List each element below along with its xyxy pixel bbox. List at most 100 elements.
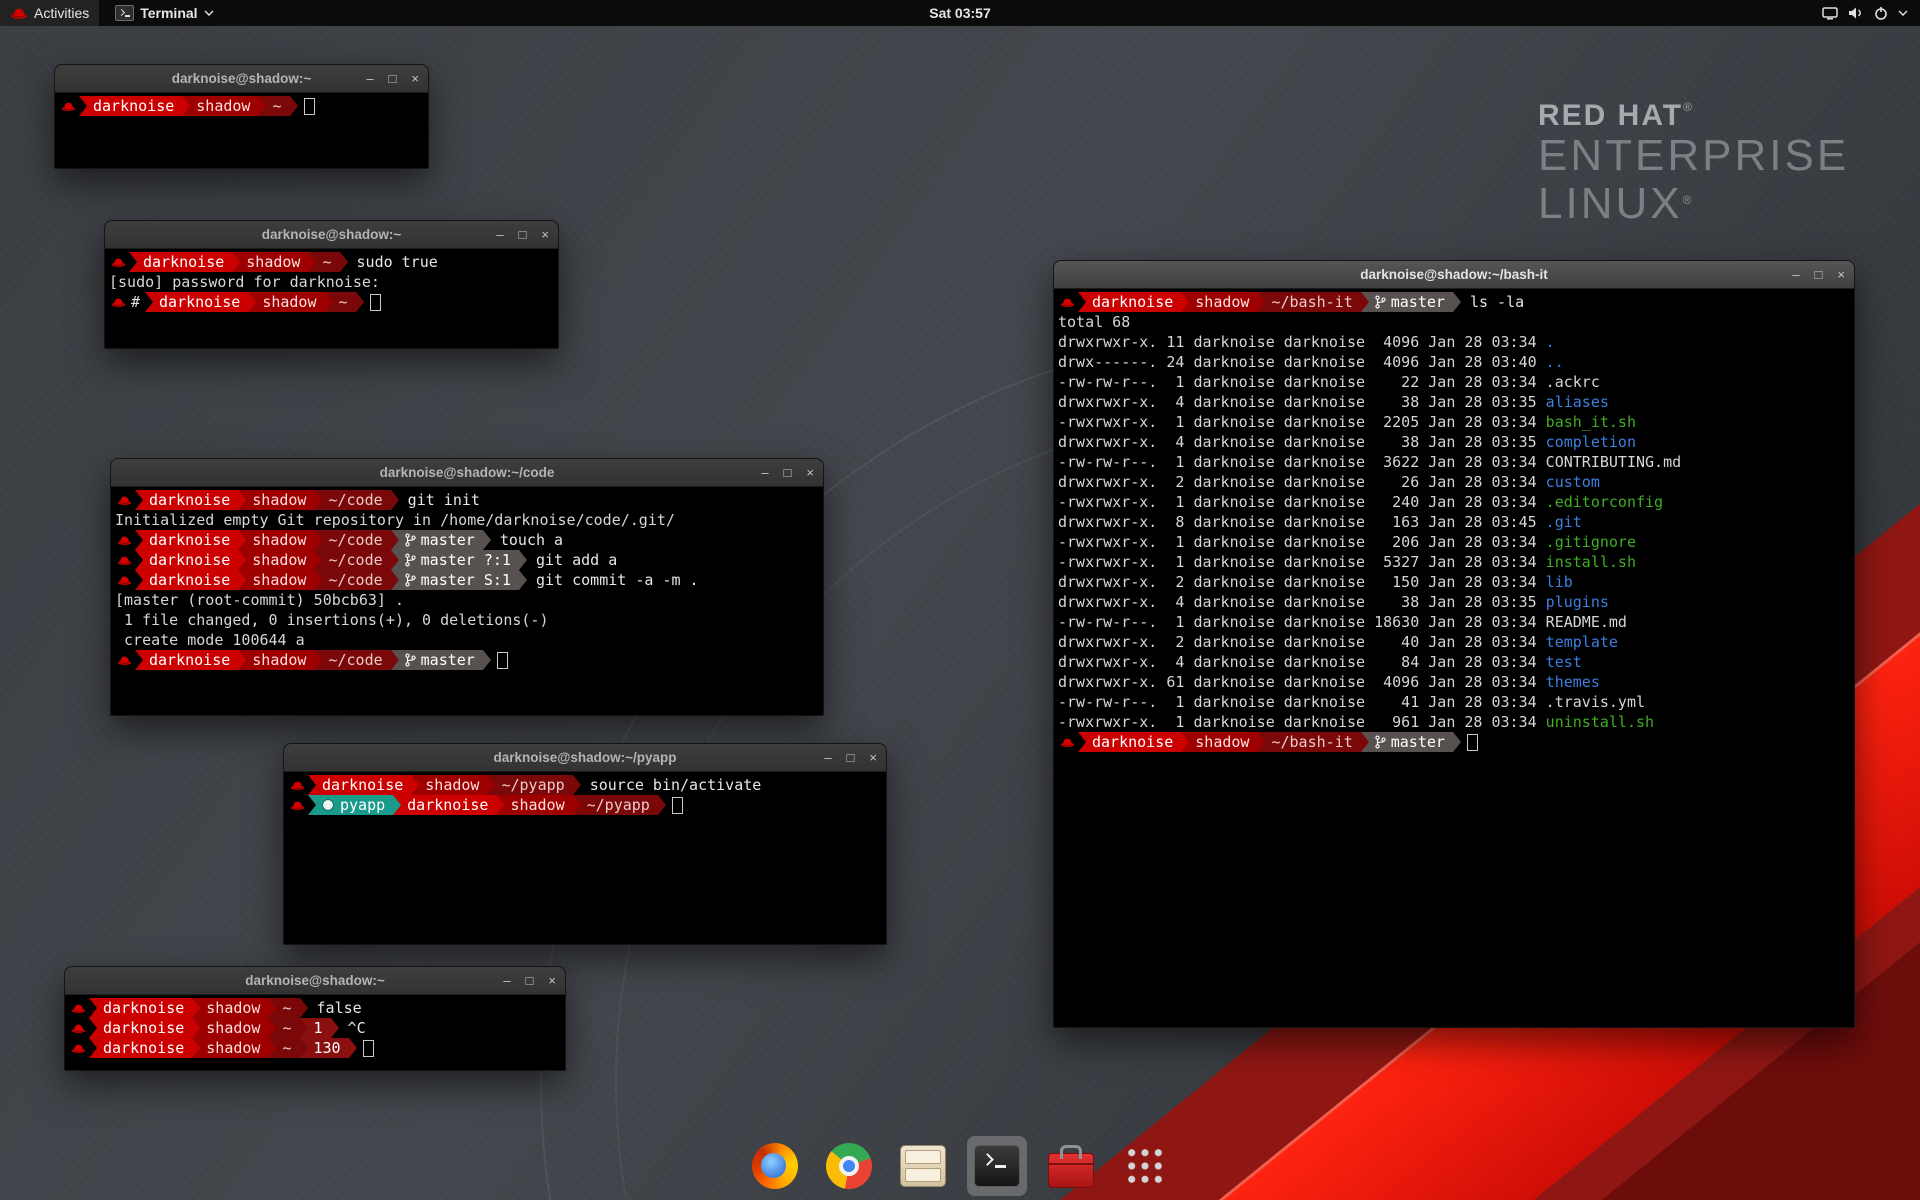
maximize-button[interactable]: □: [847, 751, 855, 764]
terminal-line: darknoiseshadow~/codemaster S:1 git comm…: [115, 570, 821, 590]
powerline-separator: [135, 550, 143, 570]
terminal-window[interactable]: darknoise@shadow:~ –□× darknoiseshadow~ …: [104, 220, 559, 349]
dock-terminal[interactable]: [967, 1136, 1027, 1196]
powerline-separator: [268, 1038, 276, 1058]
file-name: .editorconfig: [1546, 493, 1663, 511]
terminal-content[interactable]: darknoiseshadow~/code git initInitialize…: [111, 487, 823, 670]
terminal-content[interactable]: darknoiseshadow~/pyapp source bin/activa…: [284, 772, 886, 815]
minimize-button[interactable]: –: [824, 751, 831, 764]
file-manager-icon: [900, 1145, 946, 1187]
close-button[interactable]: ×: [1837, 268, 1845, 281]
file-meta: drwxrwxr-x. 2 darknoise darknoise 26 Jan…: [1058, 473, 1546, 491]
powerline-separator: [89, 1018, 97, 1038]
root-indicator: #: [129, 293, 145, 311]
file-meta: -rw-rw-r--. 1 darknoise darknoise 3622 J…: [1058, 453, 1546, 471]
terminal-content[interactable]: darknoiseshadow~/bash-itmaster ls -latot…: [1054, 289, 1854, 752]
terminal-line: -rwxrwxr-x. 1 darknoise darknoise 5327 J…: [1058, 552, 1852, 572]
terminal-line: darknoiseshadow~/codemaster ?:1 git add …: [115, 550, 821, 570]
powerline-separator: [391, 550, 399, 570]
file-meta: drwx------. 24 darknoise darknoise 4096 …: [1058, 353, 1546, 371]
powerline-separator: [1181, 732, 1189, 752]
terminal-line: drwxrwxr-x. 61 darknoise darknoise 4096 …: [1058, 672, 1852, 692]
window-titlebar[interactable]: darknoise@shadow:~ –□×: [55, 65, 428, 93]
file-meta: drwxrwxr-x. 4 darknoise darknoise 38 Jan…: [1058, 393, 1546, 411]
terminal-window[interactable]: darknoise@shadow:~/code – □ × darknoisesha…: [110, 458, 824, 716]
window-title: darknoise@shadow:~/code: [380, 465, 555, 480]
terminal-line: darknoiseshadow~130: [69, 1038, 563, 1058]
dock-app-grid[interactable]: [1115, 1136, 1175, 1196]
terminal-content[interactable]: darknoiseshadow~ falsedarknoiseshadow~1 …: [65, 995, 565, 1058]
window-titlebar[interactable]: darknoise@shadow:~/bash-it –□×: [1054, 261, 1854, 289]
terminal-line: darknoiseshadow~1 ^C: [69, 1018, 563, 1038]
dock-files[interactable]: [893, 1136, 953, 1196]
minimize-button[interactable]: –: [1792, 268, 1799, 281]
minimize-button[interactable]: –: [496, 228, 503, 241]
prompt-segment-user: darknoise: [97, 1018, 192, 1038]
terminal-line: drwxrwxr-x. 4 darknoise darknoise 38 Jan…: [1058, 392, 1852, 412]
dock-software[interactable]: [1041, 1136, 1101, 1196]
maximize-button[interactable]: □: [1815, 268, 1823, 281]
terminal-line: -rw-rw-r--. 1 darknoise darknoise 22 Jan…: [1058, 372, 1852, 392]
terminal-window-active[interactable]: darknoise@shadow:~/bash-it –□× darknoise…: [1053, 260, 1855, 1028]
minimize-button[interactable]: –: [366, 72, 373, 85]
close-button[interactable]: ×: [411, 72, 419, 85]
app-menu-button[interactable]: Terminal: [105, 0, 223, 26]
dock-firefox[interactable]: [745, 1136, 805, 1196]
prompt-segment-user: darknoise: [97, 998, 192, 1018]
close-button[interactable]: ×: [541, 228, 549, 241]
file-name: aliases: [1546, 393, 1609, 411]
dock: [745, 1136, 1175, 1196]
clock[interactable]: Sat 03:57: [929, 5, 990, 21]
maximize-button[interactable]: □: [784, 466, 792, 479]
git-branch-icon: [405, 653, 416, 667]
powerline-separator: [308, 795, 316, 815]
window-titlebar[interactable]: darknoise@shadow:~/pyapp –□×: [284, 744, 886, 772]
terminal-content[interactable]: darknoiseshadow~: [55, 93, 428, 116]
close-button[interactable]: ×: [806, 466, 814, 479]
activities-button[interactable]: Activities: [0, 0, 99, 26]
prompt-segment-host: shadow: [190, 96, 258, 116]
powerline-separator: [238, 530, 246, 550]
terminal-line: darknoiseshadow~/codemaster: [115, 650, 821, 670]
terminal-line: darknoiseshadow~/bash-itmaster: [1058, 732, 1852, 752]
close-button[interactable]: ×: [869, 751, 877, 764]
terminal-window[interactable]: darknoise@shadow:~/pyapp –□× darknoisesh…: [283, 743, 887, 945]
prompt-segment-user: darknoise: [153, 292, 248, 312]
minimize-button[interactable]: –: [761, 466, 768, 479]
prompt-segment-user: darknoise: [87, 96, 182, 116]
powerline-separator: [1361, 732, 1369, 752]
powerline-separator: [349, 1038, 357, 1058]
prompt-segment-path: ~/pyapp: [581, 795, 658, 815]
terminal-content[interactable]: darknoiseshadow~ sudo true[sudo] passwor…: [105, 249, 558, 312]
terminal-window[interactable]: darknoise@shadow:~ –□× darknoiseshadow~ …: [64, 966, 566, 1071]
maximize-button[interactable]: □: [519, 228, 527, 241]
maximize-button[interactable]: □: [389, 72, 397, 85]
prompt-segment-user: darknoise: [316, 775, 411, 795]
maximize-button[interactable]: □: [526, 974, 534, 987]
powerline-separator: [232, 252, 240, 272]
redhat-prompt-icon: [115, 555, 135, 566]
file-name: bash_it.sh: [1546, 413, 1636, 431]
file-name: install.sh: [1546, 553, 1636, 571]
minimize-button[interactable]: –: [503, 974, 510, 987]
terminal-line: drwxrwxr-x. 2 darknoise darknoise 150 Ja…: [1058, 572, 1852, 592]
terminal-line: -rw-rw-r--. 1 darknoise darknoise 18630 …: [1058, 612, 1852, 632]
dock-chrome[interactable]: [819, 1136, 879, 1196]
redhat-prompt-icon: [1058, 297, 1078, 308]
window-titlebar[interactable]: darknoise@shadow:~ –□×: [105, 221, 558, 249]
terminal-line: drwxrwxr-x. 4 darknoise darknoise 38 Jan…: [1058, 592, 1852, 612]
terminal-window[interactable]: darknoise@shadow:~ –□× darknoiseshadow~: [54, 64, 429, 169]
power-icon: [1874, 6, 1888, 20]
powerline-separator: [331, 1018, 339, 1038]
powerline-separator: [519, 570, 527, 590]
terminal-line: darknoiseshadow~/codemaster touch a: [115, 530, 821, 550]
system-status-area[interactable]: [1810, 0, 1920, 26]
file-meta: drwxrwxr-x. 8 darknoise darknoise 163 Ja…: [1058, 513, 1546, 531]
powerline-separator: [300, 1018, 308, 1038]
window-titlebar[interactable]: darknoise@shadow:~/code – □ ×: [111, 459, 823, 487]
top-bar: Activities Terminal Sat 03:57: [0, 0, 1920, 26]
terminal-line: [sudo] password for darknoise:: [109, 272, 556, 292]
close-button[interactable]: ×: [548, 974, 556, 987]
text-cursor: [497, 652, 508, 669]
window-titlebar[interactable]: darknoise@shadow:~ –□×: [65, 967, 565, 995]
